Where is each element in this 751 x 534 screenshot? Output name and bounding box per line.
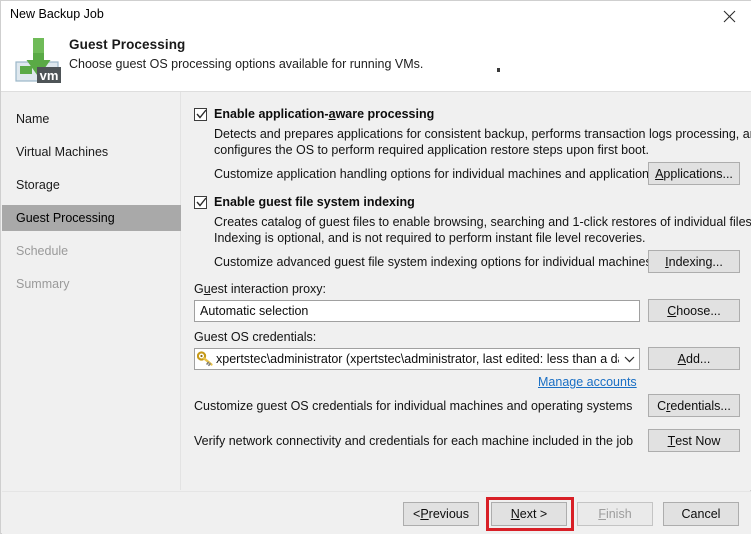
sidebar-item-name[interactable]: Name <box>2 106 181 132</box>
indexing-description-line1: Creates catalog of guest files to enable… <box>214 215 751 229</box>
next-button-accel: N <box>510 507 520 521</box>
indexing-checkbox[interactable] <box>194 196 207 209</box>
add-credentials-button[interactable]: Add... <box>648 347 740 370</box>
app-aware-description-line1: Detects and prepares applications for co… <box>214 127 751 141</box>
key-icon <box>196 351 214 367</box>
guest-interaction-proxy-value: Automatic selection <box>200 304 309 318</box>
sidebar-item-guest-processing[interactable]: Guest Processing <box>2 205 181 231</box>
veeam-vm-download-icon: vm <box>11 33 65 87</box>
page-subtitle: Choose guest OS processing options avail… <box>69 57 424 71</box>
add-button-accel: A <box>677 351 686 366</box>
new-backup-job-dialog: New Backup Job vm Guest Processing Choos… <box>0 0 751 534</box>
guest-os-credentials-value: xpertstec\administrator (xpertstec\admin… <box>216 352 619 366</box>
test-connectivity-text: Verify network connectivity and credenti… <box>194 434 634 448</box>
sidebar-item-storage[interactable]: Storage <box>2 172 181 198</box>
page-title: Guest Processing <box>69 37 186 52</box>
guest-os-credentials-label: Guest OS credentials: <box>194 330 317 344</box>
proxy-label-accel: u <box>203 282 211 296</box>
app-aware-checkbox[interactable] <box>194 108 207 121</box>
cursor-artifact <box>497 68 500 72</box>
previous-button[interactable]: < Previous <box>403 502 479 526</box>
sidebar-item-virtual-machines[interactable]: Virtual Machines <box>2 139 181 165</box>
test-now-button-accel: T <box>667 433 676 448</box>
sidebar-item-summary[interactable]: Summary <box>2 271 181 297</box>
title-bar: New Backup Job <box>1 1 751 31</box>
choose-button[interactable]: Choose... <box>648 299 740 322</box>
guest-interaction-proxy-label: Guest interaction proxy: <box>194 282 327 296</box>
cancel-button[interactable]: Cancel <box>663 502 739 526</box>
applications-button[interactable]: Applications... <box>648 162 740 185</box>
choose-button-accel: C <box>667 303 677 318</box>
indexing-customize-text: Customize advanced guest file system ind… <box>214 255 652 269</box>
app-aware-description-line2: configures the OS to perform required ap… <box>214 143 649 157</box>
customize-credentials-text: Customize guest OS credentials for indiv… <box>194 399 633 413</box>
app-aware-customize-text: Customize application handling options f… <box>214 167 656 181</box>
previous-button-accel: P <box>420 507 429 521</box>
dialog-header: vm Guest Processing Choose guest OS proc… <box>1 31 751 92</box>
test-now-button[interactable]: Test Now <box>648 429 740 452</box>
finish-button-accel: F <box>598 507 606 521</box>
guest-processing-panel: Enable application-aware processing Dete… <box>182 92 751 490</box>
app-aware-accel: a <box>328 107 336 121</box>
next-button[interactable]: Next > <box>491 502 567 526</box>
finish-button: Finish <box>577 502 653 526</box>
svg-text:vm: vm <box>40 68 59 83</box>
chevron-down-icon[interactable] <box>619 349 639 369</box>
dialog-footer: < Previous Next > Finish Cancel <box>2 491 751 534</box>
app-aware-label: Enable application-aware processing <box>214 107 435 121</box>
credentials-button[interactable]: Cr edentials... <box>648 394 740 417</box>
sidebar-item-schedule[interactable]: Schedule <box>2 238 181 264</box>
indexing-description-line2: Indexing is optional, and is not require… <box>214 231 646 245</box>
guest-os-credentials-combobox[interactable]: xpertstec\administrator (xpertstec\admin… <box>194 348 640 370</box>
close-icon[interactable] <box>706 1 751 31</box>
indexing-label: Enable guest file system indexing <box>214 195 415 209</box>
wizard-step-list: Name Virtual Machines Storage Guest Proc… <box>2 92 181 490</box>
window-title: New Backup Job <box>10 7 104 21</box>
applications-button-accel: A <box>655 166 664 181</box>
manage-accounts-link[interactable]: Manage accounts <box>538 375 637 389</box>
guest-interaction-proxy-field[interactable]: Automatic selection <box>194 300 640 322</box>
indexing-button[interactable]: Indexing... <box>648 250 740 273</box>
